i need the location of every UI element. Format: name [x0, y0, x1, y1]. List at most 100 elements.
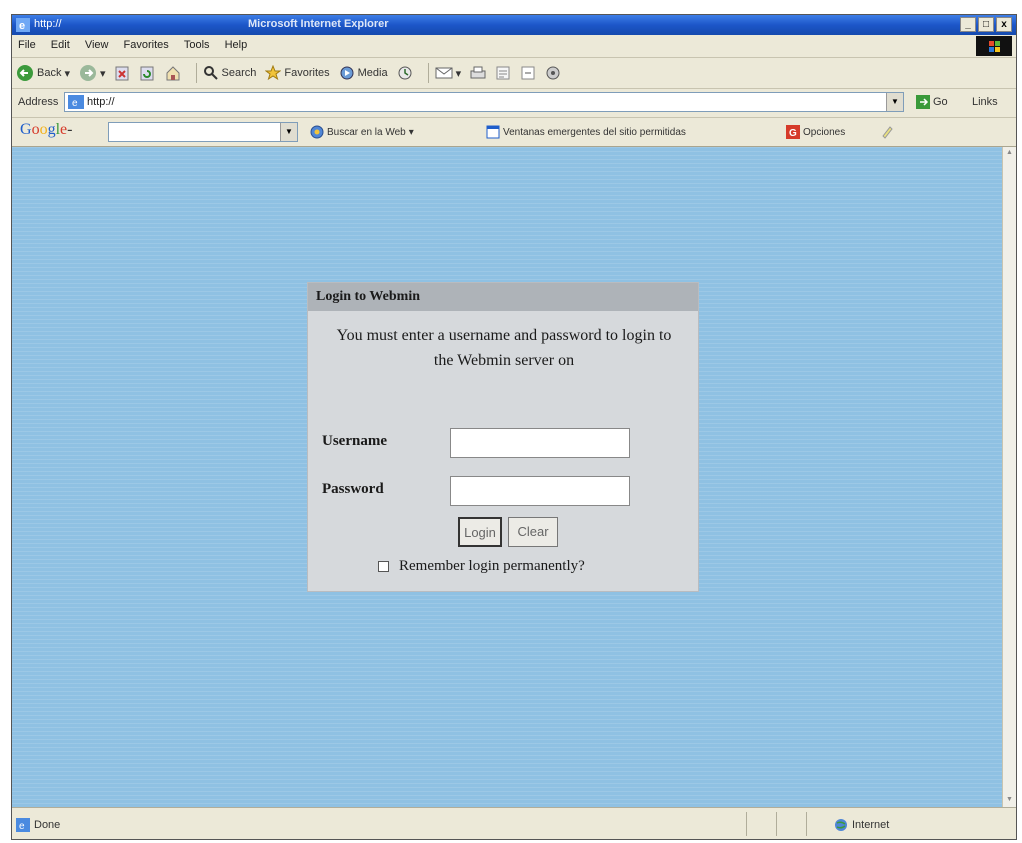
discuss-button[interactable]: [520, 65, 536, 81]
windows-flag-logo: [976, 36, 1012, 56]
chevron-down-icon: ▾: [100, 67, 106, 80]
minimize-button[interactable]: _: [960, 17, 976, 32]
media-icon: [340, 66, 354, 80]
menu-favorites[interactable]: Favorites: [118, 35, 175, 51]
search-web-label: Buscar en la Web: [327, 126, 406, 138]
options-button[interactable]: G Opciones: [786, 125, 845, 139]
history-icon: [398, 66, 412, 80]
history-button[interactable]: [397, 65, 413, 81]
messenger-icon: [546, 66, 560, 80]
login-button[interactable]: Login: [458, 517, 502, 547]
search-web-button[interactable]: Buscar en la Web ▾: [310, 125, 414, 139]
edit-button[interactable]: [495, 65, 511, 81]
maximize-button[interactable]: □: [978, 17, 994, 32]
svg-text:e: e: [19, 821, 25, 832]
popup-blocker-icon: [486, 125, 500, 139]
remember-login-row: Remember login permanently?: [378, 558, 585, 575]
app-title: Microsoft Internet Explorer: [248, 18, 389, 30]
login-message: You must enter a username and password t…: [336, 327, 672, 369]
chevron-down-icon: ▾: [455, 67, 462, 80]
ie-logo-icon: e: [16, 18, 30, 32]
menu-view[interactable]: View: [79, 35, 115, 51]
address-input[interactable]: e http:// ▼: [64, 92, 904, 112]
clear-button[interactable]: Clear: [508, 517, 558, 547]
vertical-scrollbar[interactable]: ▲ ▼: [1002, 147, 1016, 807]
status-divider: [806, 812, 807, 836]
page-done-icon: e: [16, 818, 30, 832]
title-bar[interactable]: e http:// Microsoft Internet Explorer _ …: [12, 15, 1016, 35]
popup-blocker-button[interactable]: Ventanas emergentes del sitio permitidas: [486, 125, 686, 139]
google-logo[interactable]: Google-: [20, 121, 72, 139]
chevron-down-icon: ▾: [64, 67, 70, 80]
popup-blocker-label: Ventanas emergentes del sitio permitidas: [503, 126, 686, 138]
username-label: Username: [322, 433, 387, 449]
media-label: Media: [357, 67, 388, 79]
options-label: Opciones: [803, 126, 846, 138]
password-label: Password: [322, 481, 384, 497]
home-button[interactable]: [165, 65, 181, 81]
menu-tools[interactable]: Tools: [178, 35, 216, 51]
browser-window: e http:// Microsoft Internet Explorer _ …: [11, 14, 1017, 840]
toolbar-separator: [195, 63, 197, 83]
forward-arrow-icon: [80, 65, 96, 81]
page-content: Login to Webmin You must enter a usernam…: [12, 147, 1004, 807]
go-arrow-icon: [916, 95, 930, 109]
media-button[interactable]: Media: [339, 65, 388, 81]
login-title: Login to Webmin: [308, 283, 698, 311]
login-box: Login to Webmin You must enter a usernam…: [307, 282, 699, 592]
google-search-input[interactable]: ▼: [108, 122, 298, 142]
menu-help[interactable]: Help: [219, 35, 254, 51]
address-dropdown-button[interactable]: ▼: [886, 93, 903, 111]
close-button[interactable]: x: [996, 17, 1012, 32]
mail-button[interactable]: ▾: [435, 65, 462, 81]
chevron-down-icon: ▾: [408, 126, 414, 138]
google-toolbar: Google- ▼ Buscar en la Web ▾ Ventanas em…: [12, 118, 1016, 147]
back-arrow-icon: [17, 65, 33, 81]
remember-login-label: Remember login permanently?: [399, 558, 585, 574]
menu-file[interactable]: File: [12, 35, 42, 51]
status-label: Done: [34, 819, 61, 831]
menu-edit[interactable]: Edit: [45, 35, 76, 51]
go-label: Go: [933, 96, 948, 108]
stop-button[interactable]: [115, 65, 131, 81]
menu-bar: File Edit View Favorites Tools Help: [12, 35, 1016, 58]
zone-label: Internet: [852, 819, 890, 831]
print-button[interactable]: [470, 65, 486, 81]
window-controls: _ □ x: [960, 17, 1012, 32]
internet-globe-icon: [835, 819, 847, 831]
go-button[interactable]: Go: [916, 95, 948, 109]
stop-icon: [115, 66, 129, 81]
username-input[interactable]: [450, 428, 630, 458]
google-search-dropdown-button[interactable]: ▼: [280, 123, 297, 141]
status-divider: [776, 812, 777, 836]
remember-login-checkbox[interactable]: [378, 561, 389, 572]
highlighter-pen-icon: [882, 126, 893, 139]
favorites-button[interactable]: Favorites: [265, 65, 330, 81]
refresh-button[interactable]: [140, 65, 156, 81]
search-label: Search: [221, 67, 257, 79]
mail-icon: [435, 67, 453, 79]
print-icon: [470, 66, 486, 79]
favorites-label: Favorites: [284, 67, 330, 79]
discuss-icon: [521, 66, 535, 80]
svg-text:e: e: [72, 98, 78, 109]
home-icon: [166, 66, 180, 81]
messenger-button[interactable]: [545, 65, 561, 81]
back-label: Back: [37, 67, 62, 79]
standard-toolbar: Back ▾ ▾ Search Favorites Media ▾: [12, 58, 1016, 89]
status-bar: e Done Internet: [12, 807, 1016, 839]
title-url: http://: [34, 18, 62, 30]
back-button[interactable]: Back ▾: [16, 64, 70, 82]
security-zone: Internet: [834, 818, 889, 832]
status-divider: [746, 812, 747, 836]
page-icon: e: [68, 95, 84, 109]
links-button[interactable]: Links: [972, 96, 998, 108]
forward-button[interactable]: ▾: [79, 64, 106, 82]
address-bar: Address e http:// ▼ Go Links: [12, 89, 1016, 118]
search-button[interactable]: Search: [203, 65, 257, 81]
scroll-down-arrow-icon[interactable]: ▼: [1005, 796, 1014, 805]
scroll-up-arrow-icon[interactable]: ▲: [1005, 149, 1014, 158]
highlight-button[interactable]: [880, 125, 894, 139]
search-icon: [203, 66, 218, 80]
password-input[interactable]: [450, 476, 630, 506]
